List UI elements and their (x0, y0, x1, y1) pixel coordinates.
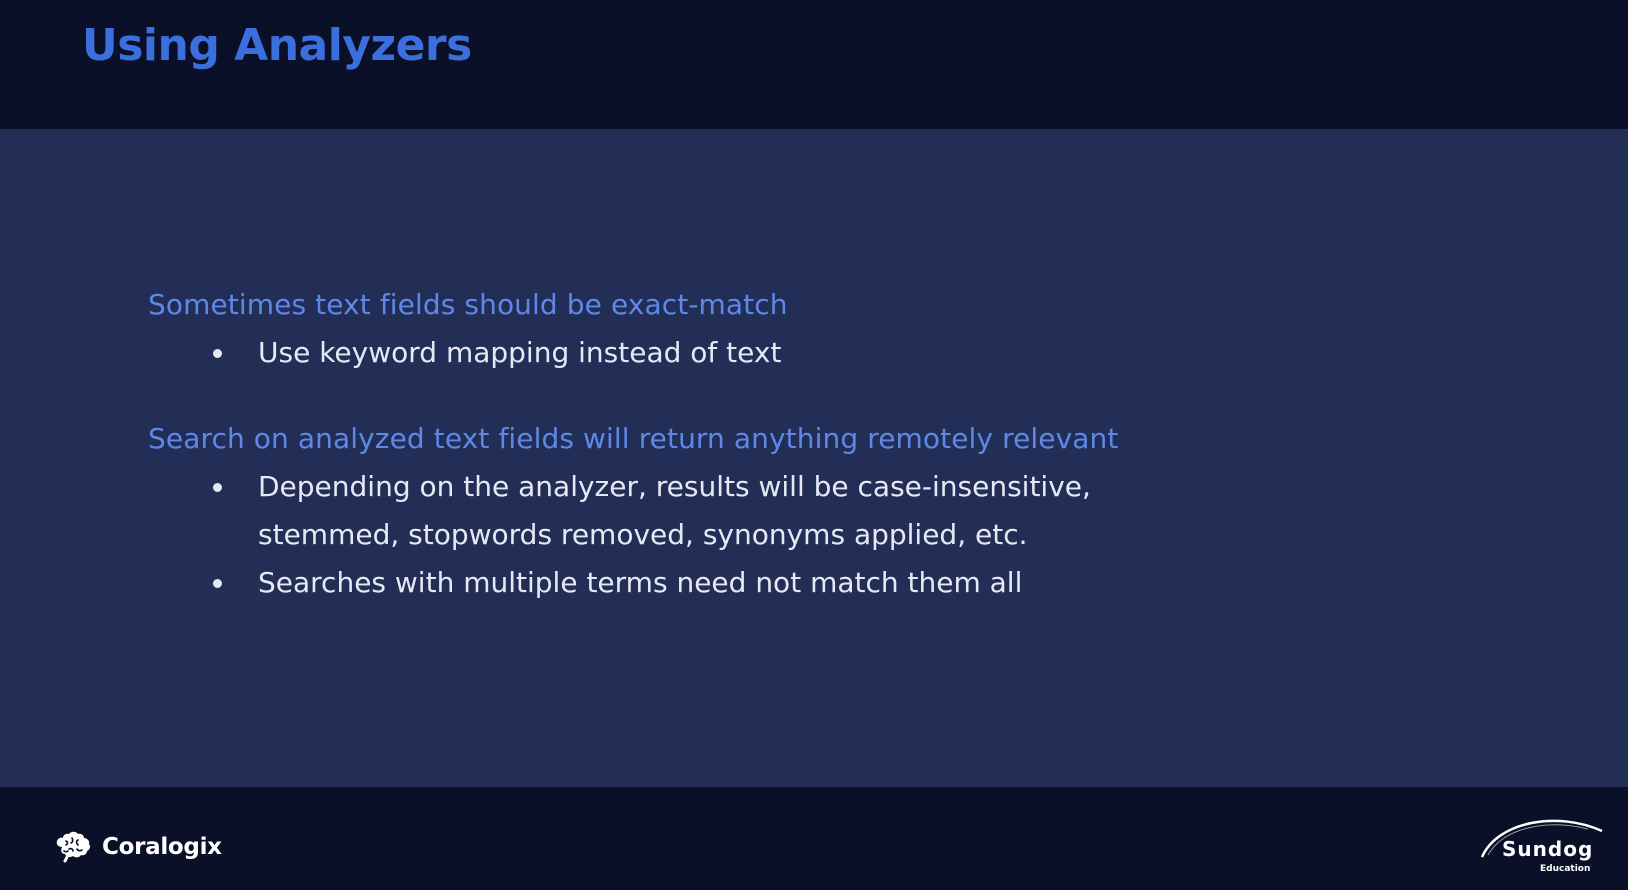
bullet-text: Depending on the analyzer, results will … (258, 470, 1091, 551)
section-analyzed-search: Search on analyzed text fields will retu… (148, 415, 1448, 607)
section-heading: Search on analyzed text fields will retu… (148, 422, 1119, 455)
bullet-item: Searches with multiple terms need not ma… (213, 559, 1178, 607)
bullet-list: Depending on the analyzer, results will … (148, 463, 1448, 607)
bullet-list: Use keyword mapping instead of text (148, 329, 1448, 377)
bullet-dot-icon (213, 349, 222, 358)
slide-header: Using Analyzers (0, 0, 1628, 129)
bullet-text: Searches with multiple terms need not ma… (258, 566, 1023, 599)
section-exact-match: Sometimes text fields should be exact-ma… (148, 281, 1448, 377)
sundog-logo-subtext: Education (1540, 864, 1591, 874)
brain-icon (56, 831, 91, 863)
slide-content: Sometimes text fields should be exact-ma… (148, 281, 1448, 645)
section-heading: Sometimes text fields should be exact-ma… (148, 288, 788, 321)
slide-footer: Coralogix Sundog Education (0, 787, 1628, 890)
slide-title: Using Analyzers (82, 20, 472, 71)
coralogix-logo-text: Coralogix (102, 834, 222, 860)
bullet-dot-icon (213, 483, 222, 492)
coralogix-logo: Coralogix (54, 831, 222, 863)
slide: Using Analyzers Sometimes text fields sh… (0, 0, 1628, 890)
slide-body: Sometimes text fields should be exact-ma… (0, 129, 1628, 787)
bullet-item: Depending on the analyzer, results will … (213, 463, 1178, 559)
bullet-text: Use keyword mapping instead of text (258, 336, 782, 369)
sundog-logo-text: Sundog (1502, 837, 1594, 861)
bullet-dot-icon (213, 579, 222, 588)
sundog-logo: Sundog Education (1478, 813, 1604, 883)
bullet-item: Use keyword mapping instead of text (213, 329, 1178, 377)
